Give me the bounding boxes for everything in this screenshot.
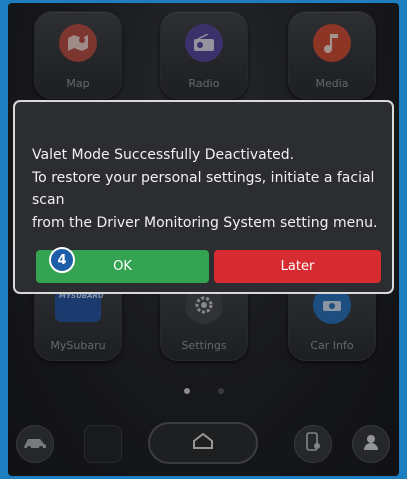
dialog-line-2: To restore your personal settings, initi… [32, 169, 375, 209]
dialog-message: Valet Mode Successfully Deactivated. To … [32, 144, 382, 234]
home-screen: Map Radio Media MYSUBARU MySubaru Settin… [8, 3, 399, 476]
screen-frame: Map Radio Media MYSUBARU MySubaru Settin… [0, 0, 407, 479]
dialog-line-3: from the Driver Monitoring System settin… [32, 214, 378, 231]
step-number-badge: 4 [49, 247, 75, 273]
later-button[interactable]: Later [214, 250, 381, 283]
dialog-line-1: Valet Mode Successfully Deactivated. [32, 147, 295, 163]
